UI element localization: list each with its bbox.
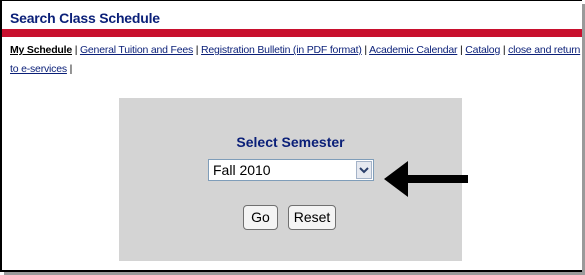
nav-links: My Schedule | General Tuition and Fees |… bbox=[10, 41, 582, 79]
page-frame: Search Class Schedule My Schedule | Gene… bbox=[0, 0, 582, 272]
page-title: Search Class Schedule bbox=[10, 10, 160, 26]
nav-link-academic-calendar[interactable]: Academic Calendar bbox=[369, 44, 457, 56]
semester-select-value: Fall 2010 bbox=[213, 162, 271, 178]
nav-link-registration-bulletin[interactable]: Registration Bulletin (in PDF format) bbox=[201, 44, 362, 56]
chevron-down-icon[interactable] bbox=[356, 161, 372, 179]
semester-select[interactable]: Fall 2010 bbox=[208, 159, 374, 181]
header-divider bbox=[2, 29, 582, 37]
nav-link-my-schedule[interactable]: My Schedule bbox=[10, 44, 72, 56]
go-button[interactable]: Go bbox=[243, 205, 278, 230]
nav-link-tuition-fees[interactable]: General Tuition and Fees bbox=[80, 44, 193, 56]
nav-separator: | bbox=[69, 63, 73, 75]
nav-link-catalog[interactable]: Catalog bbox=[465, 44, 500, 56]
arrow-left-icon bbox=[384, 161, 468, 197]
select-semester-label: Select Semester bbox=[236, 134, 345, 150]
reset-button[interactable]: Reset bbox=[288, 205, 336, 230]
